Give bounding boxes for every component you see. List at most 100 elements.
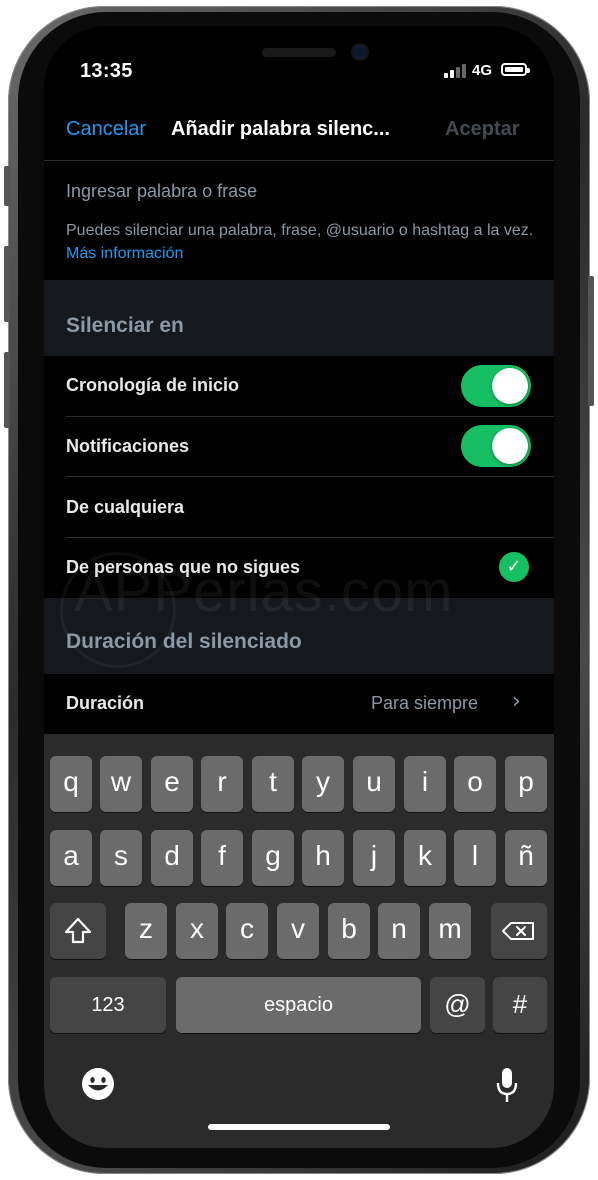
- key-k[interactable]: k: [404, 830, 446, 886]
- key-n[interactable]: n: [378, 903, 420, 959]
- key-label: k: [418, 840, 432, 871]
- notifications-toggle[interactable]: [461, 425, 531, 467]
- key-v[interactable]: v: [277, 903, 319, 959]
- key-label: n: [391, 913, 407, 944]
- status-time: 13:35: [80, 60, 133, 82]
- earpiece-speaker: [262, 48, 336, 57]
- numbers-key[interactable]: 123: [50, 977, 166, 1033]
- key-w[interactable]: w: [100, 756, 142, 812]
- key-label: e: [164, 766, 180, 797]
- key-r[interactable]: r: [201, 756, 243, 812]
- key-y[interactable]: y: [302, 756, 344, 812]
- backspace-icon: [502, 922, 534, 940]
- key-t[interactable]: t: [252, 756, 294, 812]
- nav-bar: Cancelar Añadir palabra silenc... Acepta…: [44, 108, 554, 156]
- divider: [66, 476, 554, 477]
- chevron-right-icon: ›: [512, 689, 521, 714]
- key-z[interactable]: z: [125, 903, 167, 959]
- microphone-icon[interactable]: [494, 1066, 520, 1106]
- key-l[interactable]: l: [454, 830, 496, 886]
- shift-key[interactable]: [50, 903, 106, 959]
- key-label: p: [518, 766, 534, 797]
- key-label: z: [139, 913, 153, 944]
- key-label: 123: [91, 994, 125, 1016]
- accept-button[interactable]: Aceptar: [445, 118, 519, 141]
- key-x[interactable]: x: [176, 903, 218, 959]
- key-label: q: [63, 766, 79, 797]
- key-m[interactable]: m: [429, 903, 471, 959]
- volume-up-button: [4, 246, 10, 322]
- key-j[interactable]: j: [353, 830, 395, 886]
- signal-icon: [444, 64, 466, 78]
- key-label: s: [114, 840, 128, 871]
- status-bar: 13:35 4G: [44, 60, 554, 84]
- key-label: b: [341, 913, 357, 944]
- front-camera: [353, 45, 367, 59]
- mute-in-title: Silenciar en: [66, 314, 184, 337]
- key-label: t: [269, 766, 277, 797]
- checkmark-icon: ✓: [499, 552, 529, 582]
- emoji-icon[interactable]: [80, 1066, 116, 1102]
- screen: 13:35 4G Cancelar Añadir palabra silenc.…: [44, 26, 554, 1148]
- network-type: 4G: [472, 62, 493, 79]
- divider: [66, 537, 554, 538]
- key-label: #: [512, 989, 528, 1019]
- home-timeline-label: Cronología de inicio: [66, 375, 240, 395]
- space-key[interactable]: espacio: [176, 977, 421, 1033]
- key-h[interactable]: h: [302, 830, 344, 886]
- power-button: [588, 276, 594, 406]
- key-label: x: [190, 913, 204, 944]
- hash-key[interactable]: #: [493, 977, 547, 1033]
- key-label: j: [370, 840, 378, 871]
- mute-in-section-header: Silenciar en: [44, 280, 554, 356]
- key-e[interactable]: e: [151, 756, 193, 812]
- key-label: f: [218, 840, 226, 871]
- key-i[interactable]: i: [404, 756, 446, 812]
- key-label: a: [63, 840, 79, 871]
- key-label: h: [315, 840, 331, 871]
- key-label: w: [110, 766, 132, 797]
- key-label: ñ: [518, 840, 534, 871]
- word-input[interactable]: Ingresar palabra o frase: [66, 181, 257, 202]
- key-b[interactable]: b: [328, 903, 370, 959]
- key-label: i: [421, 766, 429, 797]
- key-label: l: [471, 840, 479, 871]
- key-label: v: [291, 913, 305, 944]
- keyboard: q w e r t y u i o p a s d f g h j k l ñ …: [44, 734, 554, 1148]
- home-indicator[interactable]: [208, 1124, 390, 1130]
- duration-label: Duración: [66, 693, 145, 713]
- backspace-key[interactable]: [491, 903, 547, 959]
- key-label: @: [444, 989, 471, 1019]
- key-c[interactable]: c: [226, 903, 268, 959]
- key-label: m: [438, 913, 462, 944]
- key-label: c: [240, 913, 254, 944]
- key-label: espacio: [264, 994, 333, 1016]
- key-u[interactable]: u: [353, 756, 395, 812]
- more-info-link[interactable]: Más información: [66, 245, 183, 262]
- helper-text-body: Puedes silenciar una palabra, frase, @us…: [66, 222, 534, 239]
- cancel-button[interactable]: Cancelar: [66, 118, 146, 141]
- battery-icon: [501, 63, 530, 76]
- mute-switch: [4, 166, 10, 206]
- at-key[interactable]: @: [430, 977, 485, 1033]
- key-label: u: [366, 766, 382, 797]
- key-p[interactable]: p: [505, 756, 547, 812]
- from-anyone-label: De cualquiera: [66, 497, 185, 517]
- helper-text: Puedes silenciar una palabra, frase, @us…: [66, 219, 536, 265]
- divider: [44, 160, 554, 161]
- key-o[interactable]: o: [454, 756, 496, 812]
- key-f[interactable]: f: [201, 830, 243, 886]
- key-q[interactable]: q: [50, 756, 92, 812]
- watermark: APPerlas.com: [74, 559, 454, 624]
- page-title: Añadir palabra silenc...: [171, 118, 390, 140]
- key-enye[interactable]: ñ: [505, 830, 547, 886]
- key-d[interactable]: d: [151, 830, 193, 886]
- key-label: d: [164, 840, 180, 871]
- key-g[interactable]: g: [252, 830, 294, 886]
- home-timeline-toggle[interactable]: [461, 365, 531, 407]
- key-a[interactable]: a: [50, 830, 92, 886]
- shift-icon: [64, 917, 92, 944]
- divider: [66, 416, 554, 417]
- key-label: o: [467, 766, 483, 797]
- key-s[interactable]: s: [100, 830, 142, 886]
